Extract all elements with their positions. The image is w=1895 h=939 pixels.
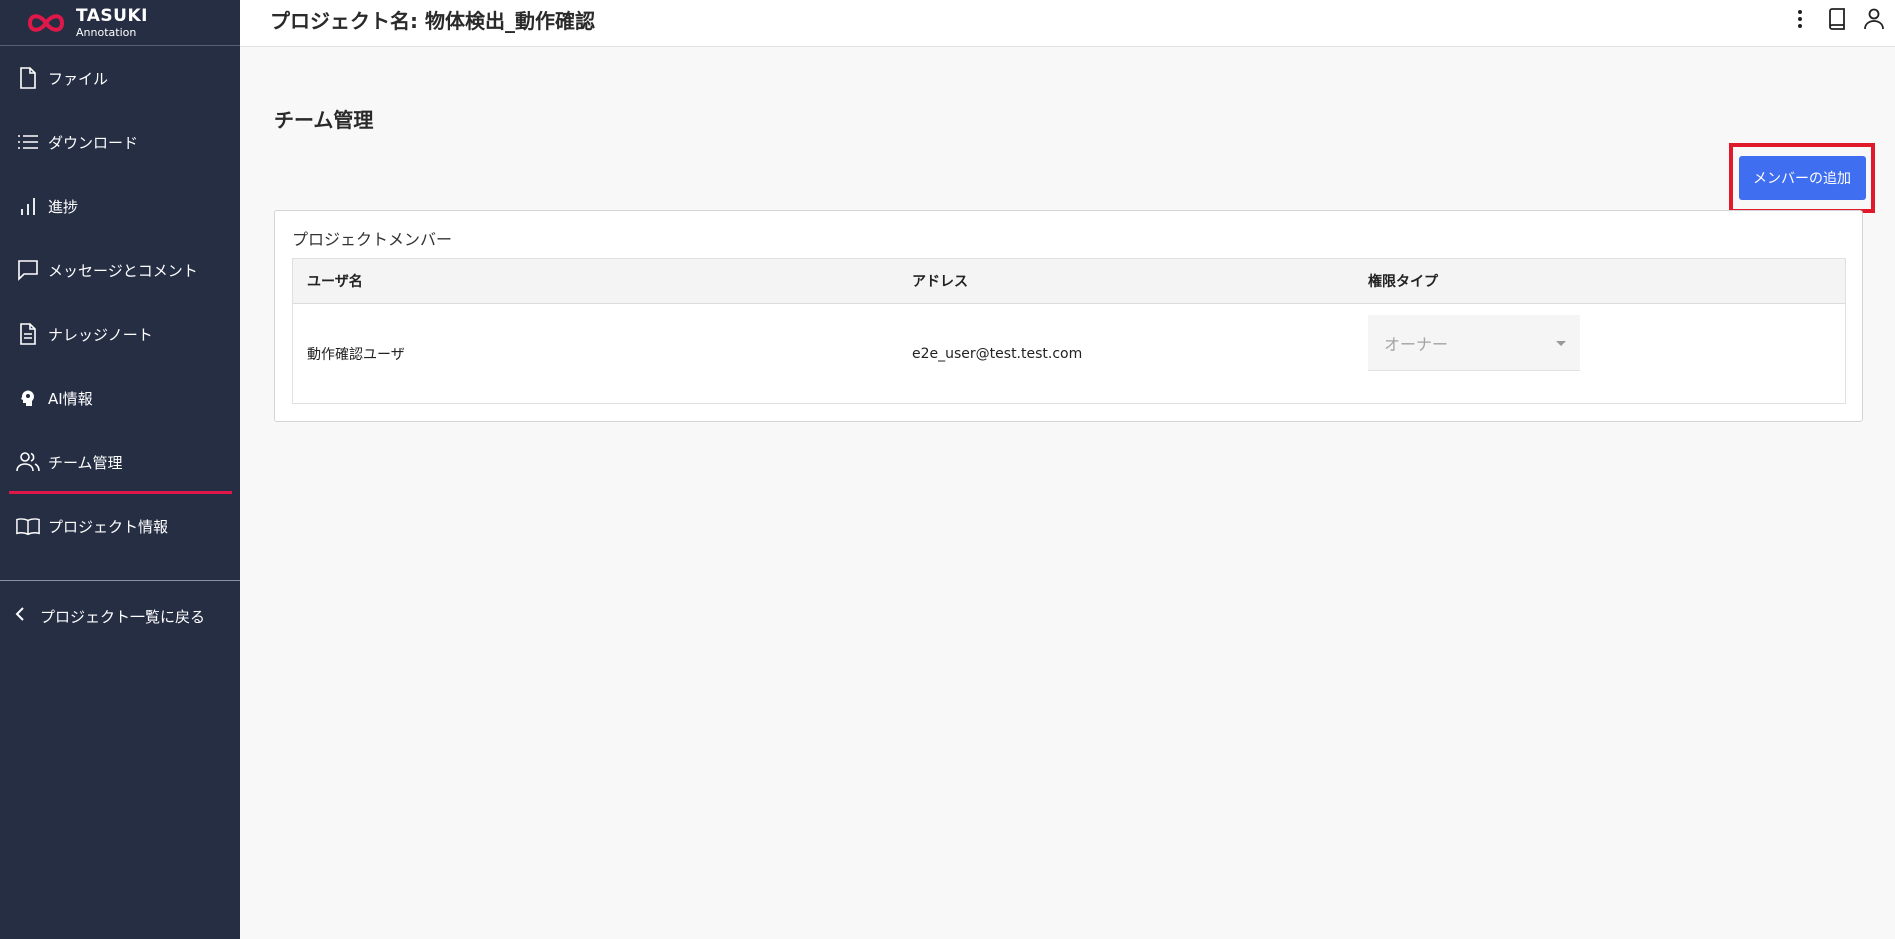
role-select-value: オーナー <box>1384 334 1449 354</box>
logo-title: TASUKI <box>76 5 148 26</box>
card-title: プロジェクトメンバー <box>292 230 453 249</box>
user-icon[interactable] <box>1859 6 1889 32</box>
table-row: 動作確認ユーザ e2e_user@test.test.com オーナー <box>293 304 1845 404</box>
logo-subtitle: Annotation <box>76 25 137 39</box>
logo[interactable]: TASUKI Annotation <box>0 0 240 46</box>
project-title: プロジェクト名: 物体検出_動作確認 <box>270 8 595 33</box>
file-icon <box>16 66 40 90</box>
sidebar-item-messages[interactable]: メッセージとコメント <box>0 238 240 302</box>
page-title: チーム管理 <box>274 108 374 132</box>
book-icon <box>16 514 40 538</box>
sidebar-item-team[interactable]: チーム管理 <box>0 430 240 494</box>
sidebar-item-label: ナレッジノート <box>48 325 153 344</box>
sidebar-item-download[interactable]: ダウンロード <box>0 110 240 174</box>
message-icon <box>16 258 40 282</box>
table-header: ユーザ名 アドレス 権限タイプ <box>293 259 1845 304</box>
sidebar-item-label: 進捗 <box>48 197 79 216</box>
cell-address: e2e_user@test.test.com <box>912 346 1083 362</box>
sidebar-item-ai[interactable]: AI情報 <box>0 366 240 430</box>
top-header: プロジェクト名: 物体検出_動作確認 <box>240 0 1895 47</box>
list-icon <box>16 130 40 154</box>
tasuki-logo-icon <box>24 8 72 38</box>
sidebar-item-label: AI情報 <box>48 389 93 408</box>
sidebar-item-progress[interactable]: 進捗 <box>0 174 240 238</box>
role-select[interactable]: オーナー <box>1368 315 1580 371</box>
sidebar-item-label: メッセージとコメント <box>48 261 198 280</box>
sidebar: TASUKI Annotation ファイル ダウンロード 進捗 メッセージとコ… <box>0 0 240 939</box>
members-table: ユーザ名 アドレス 権限タイプ 動作確認ユーザ e2e_user@test.te… <box>292 258 1846 404</box>
column-header-username: ユーザ名 <box>307 274 363 290</box>
cell-username: 動作確認ユーザ <box>307 347 405 363</box>
sidebar-item-label: ファイル <box>48 69 109 88</box>
back-label: プロジェクト一覧に戻る <box>40 607 206 626</box>
highlight-box: メンバーの追加 <box>1729 143 1875 213</box>
bar-chart-icon <box>16 194 40 218</box>
main-content: チーム管理 メンバーの追加 プロジェクトメンバー ユーザ名 アドレス 権限タイプ… <box>240 48 1895 939</box>
sidebar-item-label: ダウンロード <box>48 133 139 152</box>
add-member-button[interactable]: メンバーの追加 <box>1738 156 1866 200</box>
sidebar-nav: ファイル ダウンロード 進捗 メッセージとコメント ナレッジノート AI情報 チ… <box>0 46 240 558</box>
project-members-card: プロジェクトメンバー ユーザ名 アドレス 権限タイプ 動作確認ユーザ e2e_u… <box>274 210 1863 422</box>
book-icon[interactable] <box>1822 6 1852 32</box>
sidebar-item-file[interactable]: ファイル <box>0 46 240 110</box>
sidebar-item-knowledge[interactable]: ナレッジノート <box>0 302 240 366</box>
cell-role: オーナー <box>1360 315 1840 371</box>
document-icon <box>16 322 40 346</box>
column-header-role: 権限タイプ <box>1368 274 1438 290</box>
brain-icon <box>16 386 40 410</box>
users-icon <box>16 450 40 474</box>
sidebar-item-label: プロジェクト情報 <box>48 517 169 536</box>
sidebar-item-label: チーム管理 <box>48 453 123 472</box>
caret-down-icon <box>1556 341 1566 346</box>
more-vert-icon[interactable] <box>1785 6 1815 32</box>
column-header-address: アドレス <box>912 274 968 290</box>
chevron-left-icon <box>14 606 26 626</box>
back-to-project-list[interactable]: プロジェクト一覧に戻る <box>0 581 240 651</box>
sidebar-item-project-info[interactable]: プロジェクト情報 <box>0 494 240 558</box>
